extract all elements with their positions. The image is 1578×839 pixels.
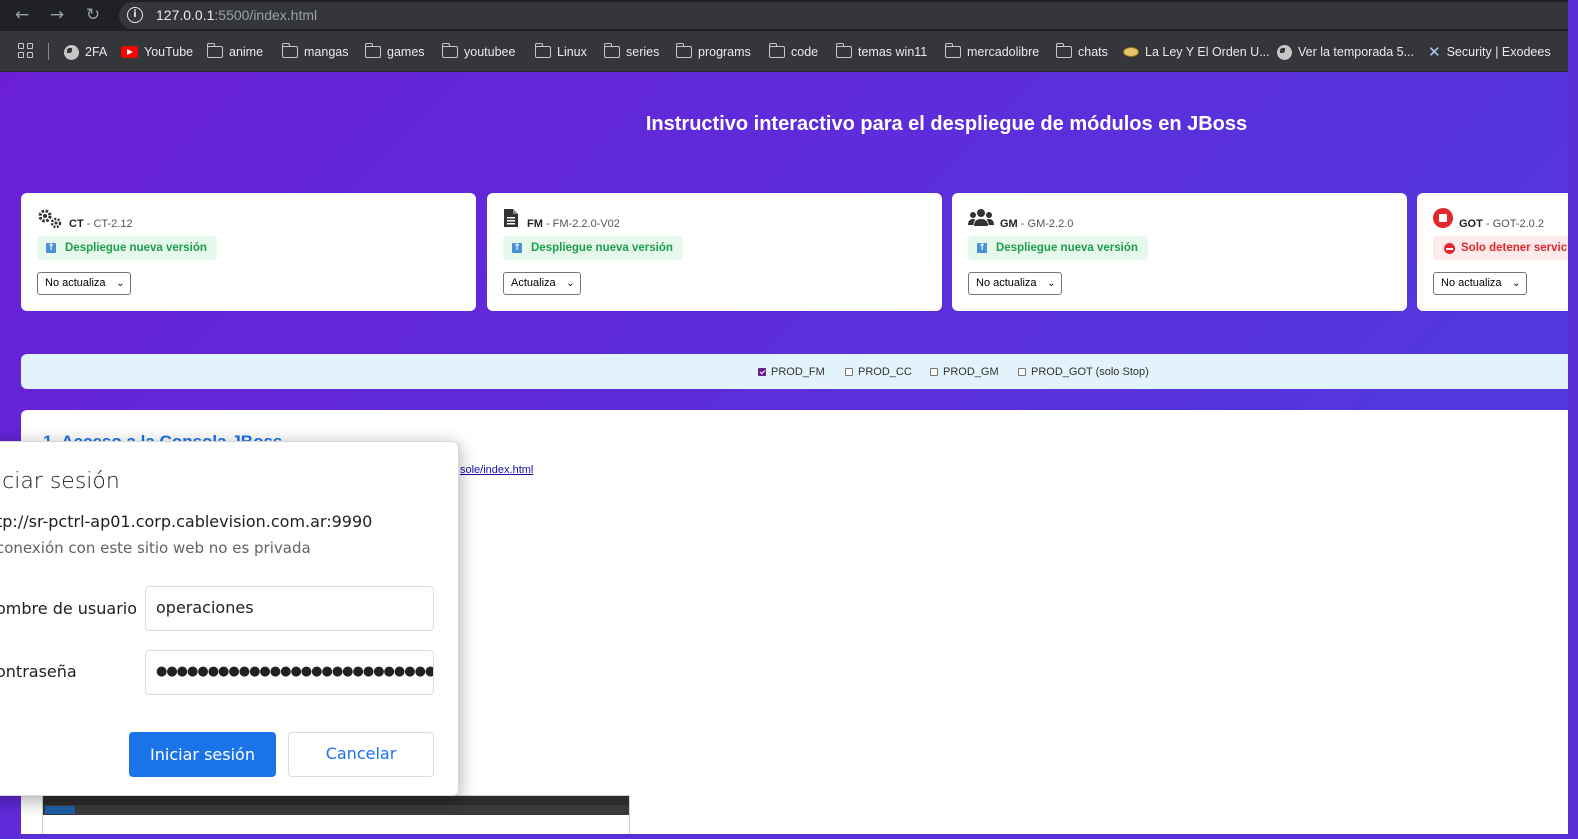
bookmark-games[interactable]: games (364, 43, 425, 61)
folder-icon (206, 43, 223, 58)
folder-icon (835, 43, 852, 58)
update-select[interactable]: No actualiza ⌄ (1433, 272, 1527, 295)
browser-toolbar: ← → ↻ i 127.0.0.1:5500/index.html (0, 0, 1568, 31)
folder-icon (603, 43, 620, 58)
stop-icon (1433, 208, 1453, 230)
update-select[interactable]: No actualiza ⌄ (37, 272, 131, 295)
address-bar[interactable]: i 127.0.0.1:5500/index.html (119, 2, 1568, 29)
bookmark-code[interactable]: code (768, 43, 818, 61)
status-badge: Solo detener servicio (1433, 236, 1568, 260)
site-info-icon[interactable]: i (127, 7, 143, 23)
screenshot-active-tab (45, 806, 75, 814)
cancel-button[interactable]: Cancelar (288, 732, 434, 777)
screenshot-header (43, 796, 629, 805)
address-bar-url[interactable]: 127.0.0.1:5500/index.html (156, 7, 317, 23)
bookmark-youtubee[interactable]: youtubee (441, 43, 515, 61)
card-header: FM - FM-2.2.0-V02 (503, 208, 620, 230)
bookmark-linux[interactable]: Linux (534, 43, 587, 61)
module-card-got: GOT - GOT-2.0.2 Solo detener servicio No… (1417, 193, 1568, 311)
folder-icon (944, 43, 961, 58)
checkbox[interactable] (1018, 368, 1026, 376)
site-icon (1123, 47, 1139, 57)
console-link[interactable]: sole/index.html (460, 464, 533, 476)
checkbox[interactable] (930, 368, 938, 376)
folder-icon (1055, 43, 1072, 58)
folder-icon (281, 43, 298, 58)
bookmark-2fa[interactable]: 2FA (64, 43, 107, 61)
card-header: GM - GM-2.2.0 (968, 208, 1073, 230)
bookmark-temas-win11[interactable]: temas win11 (835, 43, 927, 61)
username-field[interactable]: operaciones (145, 586, 434, 631)
gears-icon (37, 208, 63, 230)
card-header: CT - CT-2.12 (37, 208, 133, 230)
arrow-up-icon: ↑ (977, 243, 987, 253)
module-card-fm: FM - FM-2.2.0-V02 ↑ Despliegue nueva vers… (487, 193, 942, 311)
minus-circle-icon (1444, 243, 1455, 254)
login-button[interactable]: Iniciar sesión (129, 732, 276, 777)
folder-icon (534, 43, 551, 58)
folder-icon (675, 43, 692, 58)
module-card-gm: GM - GM-2.2.0 ↑ Despliegue nueva versión … (952, 193, 1407, 311)
card-header: GOT - GOT-2.0.2 (1433, 208, 1544, 230)
check-prod-fm[interactable]: PROD_FM (758, 366, 825, 378)
bookmarks-bar: 2FA YouTube anime mangas games youtubee … (0, 31, 1568, 72)
password-field[interactable]: ●●●●●●●●●●●●●●●●●●●●●●●●●●● (145, 650, 434, 695)
bookmark-ver-temporada[interactable]: Ver la temporada 5... (1277, 43, 1414, 61)
environment-checks: PROD_FM PROD_CC PROD_GM PROD_GOT (solo S… (21, 354, 1568, 389)
checkbox-checked[interactable] (758, 368, 766, 376)
chevron-down-icon: ⌄ (116, 278, 125, 289)
check-prod-cc[interactable]: PROD_CC (845, 366, 912, 378)
check-prod-got[interactable]: PROD_GOT (solo Stop) (1018, 366, 1149, 378)
update-select[interactable]: Actualiza ⌄ (503, 272, 581, 295)
bookmark-youtube[interactable]: YouTube (121, 43, 193, 61)
status-badge: ↑ Despliegue nueva versión (968, 236, 1148, 260)
chevron-down-icon: ⌄ (1047, 278, 1056, 289)
back-icon[interactable]: ← (10, 4, 34, 26)
bookmark-chats[interactable]: chats (1055, 43, 1108, 61)
arrow-up-icon: ↑ (512, 243, 522, 253)
dialog-privacy-note: conexión con este sitio web no es privad… (0, 539, 311, 557)
dialog-title: iciar sesión (0, 469, 120, 494)
bookmark-series[interactable]: series (603, 43, 659, 61)
document-icon (503, 208, 521, 230)
bookmark-mangas[interactable]: mangas (281, 43, 348, 61)
bookmark-programs[interactable]: programs (675, 43, 751, 61)
username-label: ombre de usuario (0, 599, 138, 618)
bookmark-mercadolibre[interactable]: mercadolibre (944, 43, 1039, 61)
arrow-up-icon: ↑ (46, 243, 56, 253)
reload-icon[interactable]: ↻ (81, 4, 105, 26)
screenshot-nav (43, 805, 629, 815)
folder-icon (364, 43, 381, 58)
chevron-down-icon: ⌄ (566, 278, 575, 289)
check-prod-gm[interactable]: PROD_GM (930, 366, 999, 378)
bookmark-la-ley[interactable]: La Ley Y El Orden U... (1123, 43, 1270, 61)
page-title: Instructivo interactivo para el desplieg… (645, 113, 1248, 135)
status-badge: ↑ Despliegue nueva versión (503, 236, 683, 260)
forward-icon[interactable]: → (45, 4, 69, 26)
globe-icon (64, 44, 79, 60)
bookmarks-divider (48, 43, 49, 60)
bookmark-anime[interactable]: anime (206, 43, 263, 61)
password-label: ontraseña (0, 662, 77, 681)
dialog-url: tp://sr-pctrl-ap01.corp.cablevision.com.… (0, 512, 373, 531)
users-icon (968, 208, 994, 230)
apps-grid-icon[interactable] (18, 43, 33, 58)
chevron-down-icon: ⌄ (1512, 278, 1521, 289)
youtube-icon (121, 46, 138, 58)
module-card-ct: CT - CT-2.12 ↑ Despliegue nueva versión N… (21, 193, 476, 311)
console-screenshot (42, 795, 630, 834)
globe-icon (1277, 44, 1292, 60)
folder-icon (768, 43, 785, 58)
folder-icon (441, 43, 458, 58)
security-icon: ✕ (1428, 42, 1441, 61)
login-dialog: iciar sesión tp://sr-pctrl-ap01.corp.cab… (0, 441, 459, 796)
bookmark-security[interactable]: ✕ Security | Exodees (1428, 43, 1551, 61)
status-badge: ↑ Despliegue nueva versión (37, 236, 217, 260)
update-select[interactable]: No actualiza ⌄ (968, 272, 1062, 295)
checkbox[interactable] (845, 368, 853, 376)
